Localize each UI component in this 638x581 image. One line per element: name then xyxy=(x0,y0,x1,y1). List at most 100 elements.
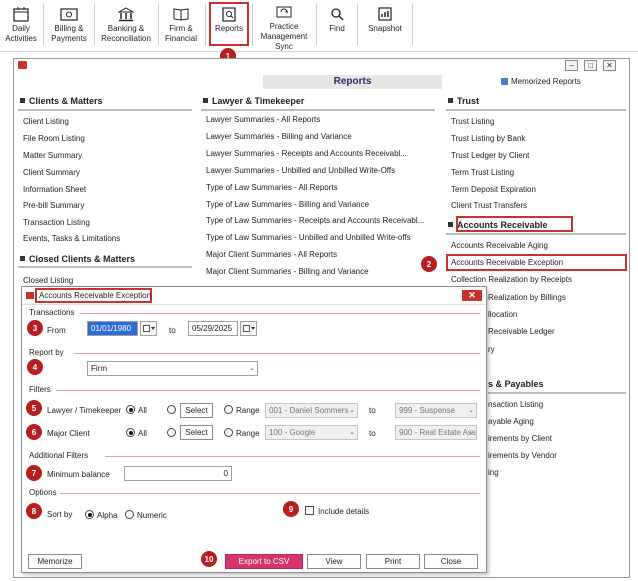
lawyer-range-from-select[interactable]: 001 - Daniel Sommers ⌄ xyxy=(265,403,358,418)
report-link[interactable]: Client Listing xyxy=(23,117,69,126)
major-range-from-select[interactable]: 100 - Google ⌄ xyxy=(265,425,358,440)
section-rule xyxy=(56,390,480,391)
step-badge: 9 xyxy=(283,501,299,517)
sort-alpha-radio[interactable] xyxy=(85,510,94,519)
ribbon-divider xyxy=(94,4,95,46)
ribbon-practice-management-sync[interactable]: Practice Management Sync xyxy=(256,4,312,51)
major-range-to-select[interactable]: 900 - Real Estate Assoc ⌄ xyxy=(395,425,477,440)
report-link[interactable]: Information Sheet xyxy=(23,185,86,194)
memorized-reports-link[interactable]: Memorized Reports xyxy=(501,77,581,86)
ribbon-billing-payments[interactable]: Billing & Payments xyxy=(47,4,91,48)
export-csv-button[interactable]: Export to CSV xyxy=(225,554,303,569)
report-link[interactable]: Lawyer Summaries - All Reports xyxy=(206,115,320,124)
memorize-button[interactable]: Memorize xyxy=(28,554,82,569)
report-link[interactable]: Trust Listing xyxy=(451,117,494,126)
range-from-value: 100 - Google xyxy=(269,428,316,437)
step-badge: 10 xyxy=(201,551,217,567)
report-link[interactable]: llocation xyxy=(488,310,517,319)
section-transactions: Transactions xyxy=(29,308,75,317)
report-link[interactable]: nsaction Listing xyxy=(488,400,543,409)
divider xyxy=(22,304,486,305)
report-link[interactable]: Major Client Summaries - All Reports xyxy=(206,250,337,259)
report-link[interactable]: Trust Ledger by Client xyxy=(451,151,529,160)
report-link[interactable]: Term Deposit Expiration xyxy=(451,185,536,194)
report-link[interactable]: Lawyer Summaries - Billing and Variance xyxy=(206,132,352,141)
report-link[interactable]: Term Trust Listing xyxy=(451,168,514,177)
lawyer-all-radio[interactable] xyxy=(126,405,135,414)
report-by-select[interactable]: Firm ⌄ xyxy=(87,361,258,376)
print-button[interactable]: Print xyxy=(366,554,420,569)
app-logo-icon xyxy=(26,292,34,299)
major-select-radio[interactable] xyxy=(167,428,176,437)
report-link[interactable]: Realization by Billings xyxy=(488,293,566,302)
ribbon-banking-reconciliation[interactable]: Banking & Reconciliation xyxy=(98,4,154,48)
close-icon[interactable]: ✕ xyxy=(462,290,482,301)
close-button[interactable]: Close xyxy=(424,554,478,569)
report-link[interactable]: Transaction Listing xyxy=(23,218,90,227)
report-link[interactable]: Receivable Ledger xyxy=(488,327,555,336)
report-link[interactable]: ing xyxy=(488,468,499,477)
ribbon-snapshot[interactable]: Snapshot xyxy=(363,4,407,48)
section-filters: Filters xyxy=(29,385,51,394)
report-link[interactable]: File Room Listing xyxy=(23,134,85,143)
major-all-radio[interactable] xyxy=(126,428,135,437)
view-button[interactable]: View xyxy=(307,554,361,569)
report-link[interactable]: Matter Summary xyxy=(23,151,82,160)
ribbon-find[interactable]: Find xyxy=(322,4,352,48)
ribbon-label: Management xyxy=(260,32,308,41)
report-link[interactable]: Client Trust Transfers xyxy=(451,201,527,210)
ar-heading-highlight xyxy=(456,216,573,232)
section-rule xyxy=(80,313,480,314)
report-link[interactable]: Collection Realization by Receipts xyxy=(451,275,572,284)
ribbon-label: Find xyxy=(329,24,345,33)
report-link[interactable]: Lawyer Summaries - Unbilled and Unbilled… xyxy=(206,166,395,175)
from-date-field[interactable]: 01/01/1980 xyxy=(87,321,138,336)
report-link[interactable]: irements by Client xyxy=(488,434,552,443)
minimize-icon[interactable]: – xyxy=(565,60,578,71)
lawyer-range-to-select[interactable]: 999 - Suspense ⌄ xyxy=(395,403,477,418)
memorized-label: Memorized Reports xyxy=(511,77,581,86)
section-heading: Closed Clients & Matters xyxy=(29,254,136,264)
maximize-icon[interactable]: □ xyxy=(584,60,597,71)
calendar-dropdown-icon[interactable] xyxy=(140,321,157,336)
report-link[interactable]: irements by Vendor xyxy=(488,451,557,460)
minimum-balance-input[interactable]: 0 xyxy=(124,466,232,481)
major-range-radio[interactable] xyxy=(224,428,233,437)
report-link[interactable]: Type of Law Summaries - Receipts and Acc… xyxy=(206,216,424,225)
report-link[interactable]: ry xyxy=(488,345,495,354)
report-link[interactable]: Lawyer Summaries - Receipts and Accounts… xyxy=(206,149,407,158)
close-icon[interactable]: ✕ xyxy=(603,60,616,71)
to-date-field[interactable]: 05/29/2025 xyxy=(188,321,238,336)
lawyer-select-radio[interactable] xyxy=(167,405,176,414)
to-label: to xyxy=(369,406,376,415)
ribbon-firm-financial[interactable]: Firm & Financial xyxy=(162,4,200,48)
include-details-checkbox[interactable] xyxy=(305,506,314,515)
section-rule xyxy=(74,353,480,354)
step-badge: 6 xyxy=(26,424,42,440)
report-link[interactable]: Accounts Receivable Aging xyxy=(451,241,548,250)
report-link[interactable]: Type of Law Summaries - All Reports xyxy=(206,183,338,192)
chevron-down-icon: ⌄ xyxy=(249,365,255,372)
report-link[interactable]: Events, Tasks & Limitations xyxy=(23,234,120,243)
chevron-down-icon: ⌄ xyxy=(468,407,474,414)
report-link[interactable]: Type of Law Summaries - Billing and Vari… xyxy=(206,200,369,209)
radio-label: Range xyxy=(236,429,260,438)
report-link[interactable]: Pre-bill Summary xyxy=(23,201,84,210)
ribbon-daily-activities[interactable]: Daily Activities xyxy=(3,4,39,48)
report-link[interactable]: Trust Listing by Bank xyxy=(451,134,525,143)
report-link[interactable]: Type of Law Summaries - Unbilled and Unb… xyxy=(206,233,411,242)
step-badge: 3 xyxy=(27,320,43,336)
section-rule xyxy=(488,392,626,394)
report-link[interactable]: Client Summary xyxy=(23,168,80,177)
sort-numeric-radio[interactable] xyxy=(125,510,134,519)
lawyer-select-button[interactable]: Select xyxy=(180,403,213,418)
lawyer-timekeeper-label: Lawyer / Timekeeper xyxy=(47,406,122,415)
reports-highlight xyxy=(209,2,249,46)
app-logo-icon xyxy=(18,61,27,69)
calendar-dropdown-icon[interactable] xyxy=(240,321,257,336)
major-select-button[interactable]: Select xyxy=(180,425,213,440)
report-link[interactable]: Major Client Summaries - Billing and Var… xyxy=(206,267,369,276)
report-link[interactable]: Closed Listing xyxy=(23,276,73,285)
lawyer-range-radio[interactable] xyxy=(224,405,233,414)
report-link[interactable]: ayable Aging xyxy=(488,417,534,426)
